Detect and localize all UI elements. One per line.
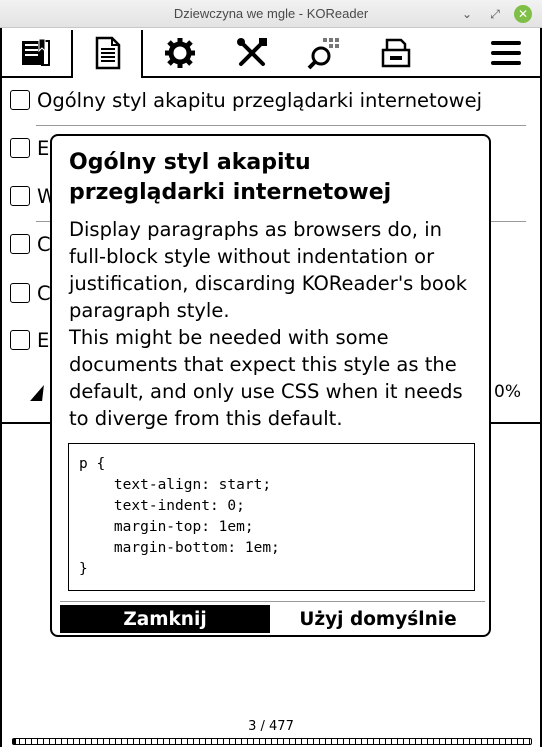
css-code-block: p { text-align: start; text-indent: 0; m…: [68, 443, 475, 591]
list-item[interactable]: Ogólny styl akapitu przeglądarki interne…: [10, 85, 482, 115]
chapter-ticks: [13, 739, 531, 744]
top-toolbar: [2, 28, 540, 78]
search-icon[interactable]: [304, 34, 344, 72]
document-icon[interactable]: [88, 34, 128, 72]
close-button[interactable]: Zamknij: [60, 605, 270, 633]
window-titlebar: Dziewczyna we mgle - KOReader ⌄ ⤢ ✕: [0, 0, 542, 28]
inbox-icon[interactable]: [376, 34, 416, 72]
list-item-label: E: [37, 136, 50, 160]
dialog-body: Display paragraphs as browsers do, in fu…: [69, 216, 479, 432]
list-item[interactable]: E: [10, 133, 49, 163]
info-dialog: Ogólny styl akapitu przeglądarki interne…: [50, 134, 491, 637]
dialog-paragraph: This might be needed with some documents…: [69, 326, 463, 430]
list-item-label: Ogólny styl akapitu przeglądarki interne…: [37, 88, 482, 112]
bookmark-icon[interactable]: [16, 34, 56, 72]
tools-icon[interactable]: [232, 34, 272, 72]
checkbox[interactable]: [10, 283, 30, 303]
checkbox[interactable]: [10, 330, 30, 350]
list-item[interactable]: C: [10, 278, 51, 308]
divider: [60, 601, 485, 602]
percent-label: 0%: [494, 382, 521, 402]
minimize-icon[interactable]: ⌄: [458, 5, 476, 23]
dialog-title: Ogólny styl akapitu przeglądarki interne…: [69, 150, 392, 205]
checkbox[interactable]: [10, 186, 30, 206]
list-item[interactable]: E: [10, 325, 49, 355]
dialog-paragraph: Display paragraphs as browsers do, in fu…: [69, 218, 468, 322]
use-default-button[interactable]: Użyj domyślnie: [272, 605, 484, 633]
list-item-label: E: [37, 328, 50, 352]
checkbox[interactable]: [10, 138, 30, 158]
divider: [36, 125, 526, 126]
page-number: 3 / 477: [248, 719, 294, 734]
list-item-label: C: [37, 281, 51, 305]
checkbox[interactable]: [10, 90, 30, 110]
close-window-icon[interactable]: ✕: [514, 5, 532, 23]
maximize-icon[interactable]: ⤢: [486, 5, 504, 23]
checkbox[interactable]: [10, 234, 30, 254]
gear-icon[interactable]: [160, 34, 200, 72]
list-item[interactable]: C: [10, 229, 51, 259]
list-item-label: C: [37, 232, 51, 256]
hamburger-menu-icon[interactable]: [486, 34, 526, 72]
progress-bar[interactable]: [12, 738, 532, 745]
